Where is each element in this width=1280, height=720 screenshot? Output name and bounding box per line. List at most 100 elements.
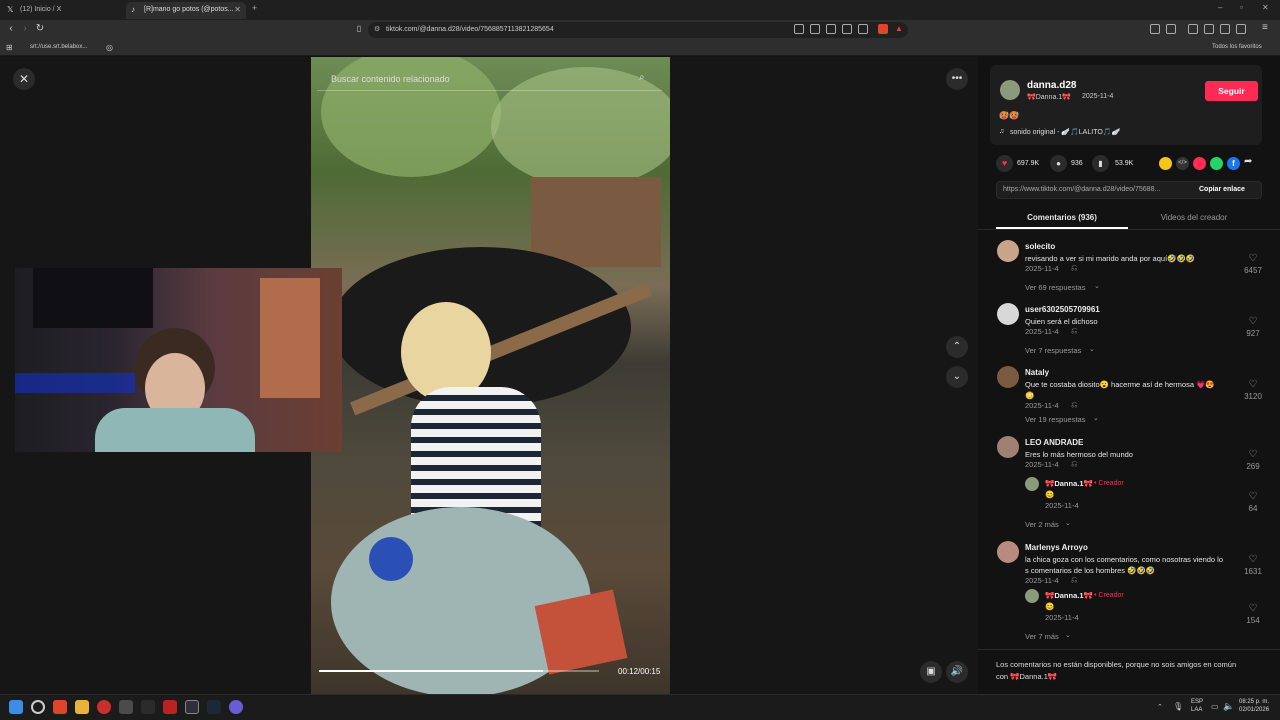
reply-icon[interactable]: ⎌ xyxy=(1071,326,1077,336)
new-tab-button[interactable]: + xyxy=(252,3,257,13)
more-options-icon[interactable]: ••• xyxy=(946,68,968,90)
whatsapp-icon[interactable] xyxy=(1210,157,1223,170)
close-tab-icon[interactable]: ✕ xyxy=(234,2,241,18)
terminal-icon[interactable] xyxy=(141,700,155,714)
comment-icon[interactable]: ● xyxy=(1050,155,1067,172)
reply-avatar[interactable] xyxy=(1025,589,1039,603)
reader-icon[interactable] xyxy=(794,24,804,34)
heart-icon[interactable]: ♡ xyxy=(1238,253,1268,264)
extension-icon[interactable] xyxy=(1166,24,1176,34)
media-icon[interactable] xyxy=(1188,24,1198,34)
bookmark-globe-icon[interactable]: ◎ xyxy=(106,43,113,52)
view-replies[interactable]: Ver 69 respuestas xyxy=(1025,283,1085,292)
heart-icon[interactable]: ♡ xyxy=(1238,554,1268,565)
author-avatar[interactable] xyxy=(1000,80,1020,100)
send-icon[interactable] xyxy=(1193,157,1206,170)
sidebar-icon[interactable] xyxy=(1204,24,1214,34)
search-box[interactable]: Buscar contenido relacionado ⌕ xyxy=(317,69,662,91)
obs-icon[interactable] xyxy=(185,700,199,714)
reply-icon[interactable]: ⎌ xyxy=(1071,575,1077,585)
vpn-icon[interactable] xyxy=(1236,24,1246,34)
embed-icon[interactable]: </> xyxy=(1176,157,1189,170)
follow-button[interactable]: Seguir xyxy=(1205,81,1258,101)
like-icon[interactable]: ♥ xyxy=(996,155,1013,172)
comment-avatar[interactable] xyxy=(997,303,1019,325)
view-more[interactable]: Ver 2 más xyxy=(1025,520,1059,529)
tab-comments[interactable]: Comentarios (936) xyxy=(996,209,1128,229)
picture-in-picture-icon[interactable]: ▣ xyxy=(920,661,942,683)
comment-username[interactable]: LEO ANDRADE xyxy=(1025,438,1083,447)
cast-icon[interactable] xyxy=(810,24,820,34)
wallet-icon[interactable] xyxy=(1220,24,1230,34)
rewards-icon[interactable]: ▲ xyxy=(895,24,903,33)
forward-icon[interactable]: › xyxy=(18,22,32,36)
save-icon[interactable]: ▮ xyxy=(1092,155,1109,172)
share-arrow-icon[interactable]: ➦ xyxy=(1244,156,1252,167)
app-icon[interactable] xyxy=(119,700,133,714)
back-icon[interactable]: ‹ xyxy=(4,22,18,36)
comment-username[interactable]: solecito xyxy=(1025,242,1055,251)
language-code[interactable]: ESP xyxy=(1191,699,1203,705)
comment-avatar[interactable] xyxy=(997,366,1019,388)
next-video-icon[interactable]: ⌄ xyxy=(946,366,968,388)
heart-icon[interactable]: ♡ xyxy=(1238,379,1268,390)
copy-link-button[interactable]: Copiar enlace xyxy=(1199,186,1245,193)
volume-icon[interactable]: 🔊 xyxy=(946,661,968,683)
progress-track[interactable] xyxy=(319,670,599,672)
bookmark-icon[interactable]: ▯ xyxy=(352,22,366,36)
reply-username[interactable]: 🎀Danna.1🎀 xyxy=(1045,591,1093,600)
tab-creator-videos[interactable]: Videos del creador xyxy=(1128,209,1260,229)
clock-time[interactable]: 08:25 p. m. xyxy=(1239,699,1269,705)
video-player[interactable]: Buscar contenido relacionado ⌕ 00:12/00:… xyxy=(311,57,670,694)
tab-tiktok[interactable]: ♪ [R]mano go potos (@potos... ✕ xyxy=(126,2,246,19)
heart-icon[interactable]: ♡ xyxy=(1238,449,1268,460)
comment-username[interactable]: Marlenys Arroyo xyxy=(1025,543,1088,552)
reply-username[interactable]: 🎀Danna.1🎀 xyxy=(1045,479,1093,488)
sound-link[interactable]: sonido original - 🪽🎵LALITO🎵🪽 xyxy=(1010,128,1120,136)
site-settings-icon[interactable]: ⚙ xyxy=(374,22,380,38)
comment-username[interactable]: Nataly xyxy=(1025,368,1049,377)
tab-x-home[interactable]: 𝕏 (12) Inicio / X xyxy=(2,2,122,19)
facebook-icon[interactable]: f xyxy=(1227,157,1240,170)
comment-avatar[interactable] xyxy=(997,240,1019,262)
view-replies[interactable]: Ver 19 respuestas xyxy=(1025,415,1085,424)
volume-icon[interactable]: 🔈 xyxy=(1223,701,1234,712)
comment-avatar[interactable] xyxy=(997,436,1019,458)
app-icon[interactable] xyxy=(229,700,243,714)
close-window-button[interactable]: ✕ xyxy=(1262,3,1269,12)
extension-icon[interactable] xyxy=(1150,24,1160,34)
view-replies[interactable]: Ver 7 respuestas xyxy=(1025,346,1081,355)
reply-icon[interactable]: ⎌ xyxy=(1071,400,1077,410)
emoji-share-icon[interactable] xyxy=(1159,157,1172,170)
zoom-icon[interactable] xyxy=(842,24,852,34)
brave-icon[interactable] xyxy=(53,700,67,714)
view-more[interactable]: Ver 7 más xyxy=(1025,632,1059,641)
network-icon[interactable]: ▭ xyxy=(1211,702,1219,711)
search-icon[interactable] xyxy=(31,700,45,714)
heart-icon[interactable]: ♡ xyxy=(1238,316,1268,327)
tray-chevron-icon[interactable]: ⌃ xyxy=(1157,703,1163,711)
app-icon[interactable] xyxy=(163,700,177,714)
menu-icon[interactable]: ≡ xyxy=(1262,22,1268,33)
search-icon[interactable]: ⌕ xyxy=(639,72,645,83)
video-link[interactable]: https://www.tiktok.com/@danna.d28/video/… xyxy=(1003,186,1160,193)
file-explorer-icon[interactable] xyxy=(75,700,89,714)
close-icon[interactable]: ✕ xyxy=(13,68,35,90)
author-username[interactable]: danna.d28 xyxy=(1027,80,1076,91)
maximize-button[interactable]: ▫ xyxy=(1240,3,1243,12)
all-bookmarks[interactable]: Todos los favoritos xyxy=(1212,44,1262,50)
minimize-button[interactable]: – xyxy=(1218,3,1222,12)
windows-start-icon[interactable] xyxy=(9,700,23,714)
share-icon[interactable] xyxy=(858,24,868,34)
reply-avatar[interactable] xyxy=(1025,477,1039,491)
reload-icon[interactable]: ↻ xyxy=(33,22,47,36)
heart-icon[interactable]: ♡ xyxy=(1238,603,1268,614)
previous-video-icon[interactable]: ⌃ xyxy=(946,336,968,358)
steam-icon[interactable] xyxy=(207,700,221,714)
mic-icon[interactable]: 🎙 xyxy=(1173,702,1183,711)
bookmark-srt[interactable]: srt://use.srt.belabox... xyxy=(30,44,87,50)
reply-icon[interactable]: ⎌ xyxy=(1071,263,1077,273)
translate-icon[interactable] xyxy=(826,24,836,34)
comment-avatar[interactable] xyxy=(997,541,1019,563)
app-icon[interactable] xyxy=(97,700,111,714)
